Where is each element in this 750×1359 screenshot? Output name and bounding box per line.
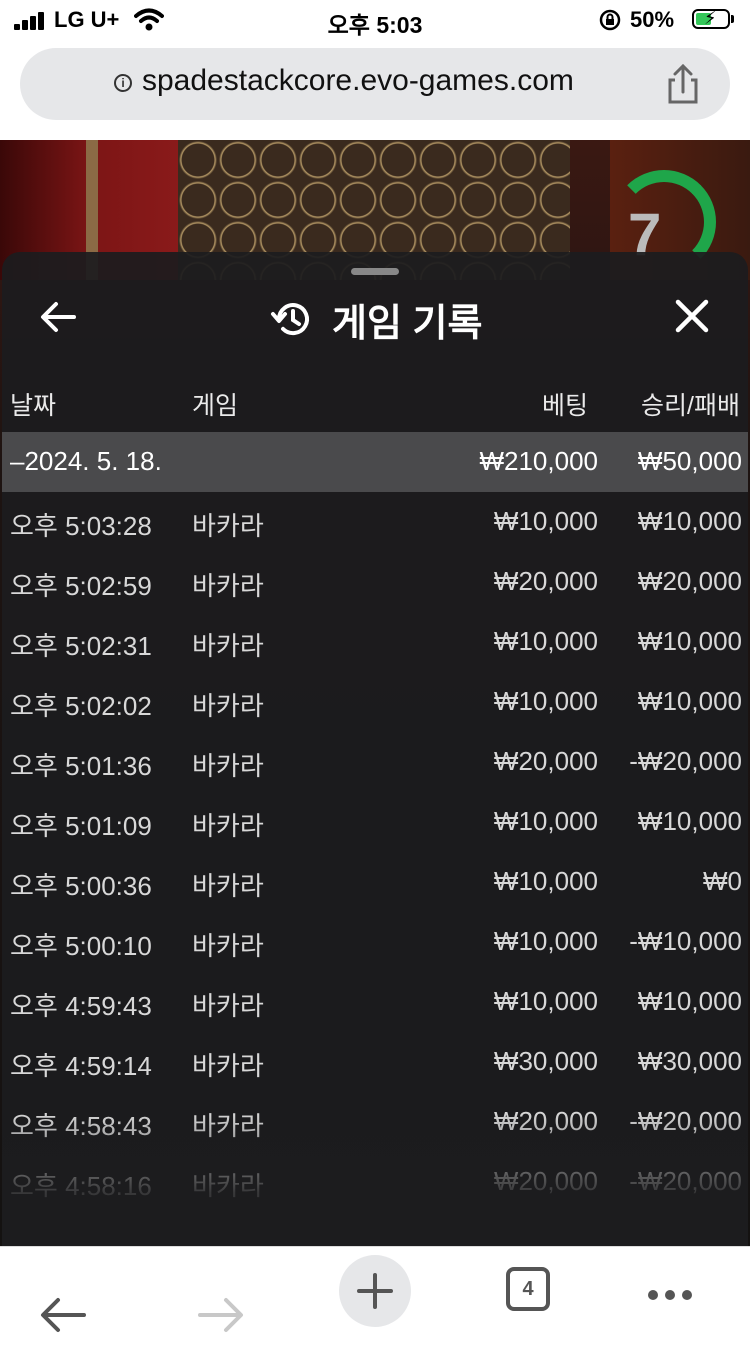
history-row-bet: ₩10,000	[493, 686, 598, 716]
history-row-winloss: ₩10,000	[637, 626, 742, 656]
history-row[interactable]: 오후 5:00:10 바카라 ₩10,000 -₩10,000	[2, 912, 748, 972]
game-history-panel: 게임 기록 날짜 게임 베팅 승리/패배 –2024. 5. 18. ₩210,…	[2, 252, 748, 1246]
history-row-game: 바카라	[192, 931, 264, 961]
history-row-game: 바카라	[192, 811, 264, 841]
column-header-bet: 베팅	[541, 392, 588, 420]
history-row-bet: ₩10,000	[493, 626, 598, 656]
history-row-time: 오후 5:01:09	[10, 811, 152, 841]
history-row-bet: ₩10,000	[493, 986, 598, 1016]
orientation-lock-icon	[599, 9, 621, 31]
history-row[interactable]: 오후 4:59:14 바카라 ₩30,000 ₩30,000	[2, 1032, 748, 1092]
history-row[interactable]: 오후 5:01:36 바카라 ₩20,000 -₩20,000	[2, 732, 748, 792]
address-bar[interactable]: i spadestackcore.evo-games.com	[20, 48, 730, 120]
history-row-game: 바카라	[192, 571, 264, 601]
scroll-fade	[2, 1112, 748, 1246]
history-row-game: 바카라	[192, 991, 264, 1021]
history-row-time: 오후 5:02:31	[10, 631, 152, 661]
history-row-winloss: -₩10,000	[629, 926, 742, 956]
status-bar: LG U+ 오후 5:03 50% ⚡	[0, 0, 750, 40]
drag-handle[interactable]	[351, 268, 399, 275]
forward-icon[interactable]	[196, 1271, 246, 1359]
share-icon[interactable]	[665, 62, 701, 106]
history-row-time: 오후 5:02:59	[10, 571, 152, 601]
history-row[interactable]: 오후 5:00:36 바카라 ₩10,000 ₩0	[2, 852, 748, 912]
history-row-game: 바카라	[192, 691, 264, 721]
column-header-game: 게임	[192, 392, 239, 420]
column-header-winloss: 승리/패배	[641, 392, 740, 420]
history-row[interactable]: 오후 5:02:59 바카라 ₩20,000 ₩20,000	[2, 552, 748, 612]
history-row-time: 오후 4:59:43	[10, 991, 152, 1021]
history-row-bet: ₩20,000	[493, 746, 598, 776]
history-row-winloss: ₩10,000	[637, 506, 742, 536]
history-row-winloss: ₩10,000	[637, 686, 742, 716]
history-row-bet: ₩10,000	[493, 806, 598, 836]
history-row-time: 오후 4:59:14	[10, 1051, 152, 1081]
history-row-time: 오후 5:03:28	[10, 511, 152, 541]
date-group-winloss-total: ₩50,000	[637, 446, 742, 476]
browser-toolbar: 4	[0, 1246, 750, 1335]
history-row-game: 바카라	[192, 631, 264, 661]
close-icon[interactable]	[674, 298, 710, 334]
history-row-time: 오후 5:01:36	[10, 751, 152, 781]
history-row[interactable]: 오후 4:59:43 바카라 ₩10,000 ₩10,000	[2, 972, 748, 1032]
history-row-winloss: ₩10,000	[637, 986, 742, 1016]
date-group-date: –2024. 5. 18.	[10, 446, 162, 476]
tab-count-button[interactable]: 4	[506, 1267, 550, 1311]
history-row-winloss: ₩0	[703, 866, 742, 896]
back-icon[interactable]	[38, 1271, 88, 1359]
history-row[interactable]: 오후 5:01:09 바카라 ₩10,000 ₩10,000	[2, 792, 748, 852]
history-row[interactable]: 오후 5:03:28 바카라 ₩10,000 ₩10,000	[2, 492, 748, 552]
history-row-winloss: ₩10,000	[637, 806, 742, 836]
info-icon[interactable]: i	[114, 74, 132, 92]
battery-percent: 50%	[630, 7, 675, 32]
url-text[interactable]: spadestackcore.evo-games.com	[142, 64, 574, 98]
history-row-time: 오후 5:00:10	[10, 931, 152, 961]
history-row-bet: ₩20,000	[493, 566, 598, 596]
history-icon	[271, 303, 309, 336]
history-row[interactable]: 오후 5:02:02 바카라 ₩10,000 ₩10,000	[2, 672, 748, 732]
history-row-game: 바카라	[192, 511, 264, 541]
history-row-winloss: -₩20,000	[629, 746, 742, 776]
history-row[interactable]: 오후 5:02:31 바카라 ₩10,000 ₩10,000	[2, 612, 748, 672]
panel-title: 게임 기록	[332, 303, 483, 345]
history-row-bet: ₩10,000	[493, 506, 598, 536]
battery-icon: ⚡	[692, 8, 730, 29]
history-row-time: 오후 5:00:36	[10, 871, 152, 901]
history-row-time: 오후 5:02:02	[10, 691, 152, 721]
history-row-bet: ₩30,000	[493, 1046, 598, 1076]
date-group-bet-total: ₩210,000	[479, 446, 598, 476]
back-arrow-icon[interactable]	[38, 300, 78, 334]
history-row-game: 바카라	[192, 1051, 264, 1081]
new-tab-button[interactable]	[339, 1255, 411, 1327]
history-row-bet: ₩10,000	[493, 866, 598, 896]
battery-tip	[731, 15, 734, 23]
plus-icon	[357, 1273, 393, 1309]
history-row-game: 바카라	[192, 871, 264, 901]
history-row-bet: ₩10,000	[493, 926, 598, 956]
column-header-date: 날짜	[10, 392, 57, 420]
history-row-game: 바카라	[192, 751, 264, 781]
more-icon[interactable]	[648, 1287, 699, 1305]
date-group-row[interactable]: –2024. 5. 18. ₩210,000 ₩50,000	[2, 432, 748, 492]
history-row-winloss: ₩20,000	[637, 566, 742, 596]
history-row-winloss: ₩30,000	[637, 1046, 742, 1076]
